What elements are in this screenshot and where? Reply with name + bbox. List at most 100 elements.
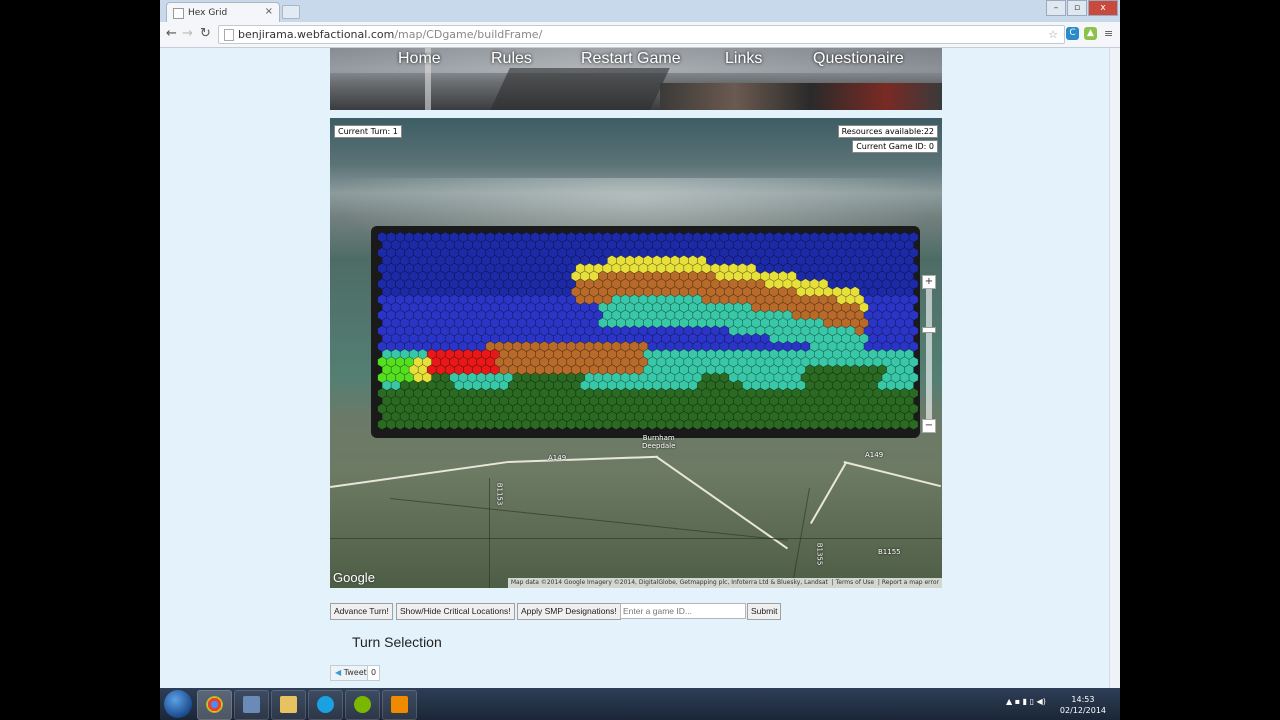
hex-cell[interactable] <box>890 418 901 430</box>
nav-questionaire[interactable]: Questionaire <box>813 50 904 68</box>
hex-cell[interactable] <box>431 418 441 430</box>
close-window-button[interactable]: x <box>1088 0 1118 16</box>
hex-cell[interactable] <box>737 418 748 430</box>
hex-cell[interactable] <box>818 418 829 430</box>
hex-cell[interactable] <box>386 418 396 430</box>
report-map-error-link[interactable]: Report a map error <box>882 579 939 586</box>
reload-icon[interactable]: ↻ <box>200 26 211 41</box>
hex-cell[interactable] <box>503 418 514 430</box>
taskbar-network[interactable] <box>234 690 269 720</box>
hex-cell[interactable] <box>611 418 622 430</box>
terms-of-use-link[interactable]: Terms of Use <box>836 579 874 586</box>
hex-cell[interactable] <box>566 418 577 430</box>
hex-cell[interactable] <box>908 418 919 430</box>
new-tab-button[interactable] <box>282 5 300 19</box>
close-tab-icon[interactable]: × <box>265 6 273 17</box>
hex-cell[interactable] <box>422 418 432 430</box>
hex-cell[interactable] <box>836 418 847 430</box>
hex-cell[interactable] <box>593 418 604 430</box>
show-hide-critical-locations-button[interactable]: Show/Hide Critical Locations! <box>396 603 515 620</box>
page-scrollbar[interactable] <box>1109 48 1120 688</box>
hex-cell[interactable] <box>620 418 631 430</box>
hex-cell[interactable] <box>872 418 883 430</box>
taskbar-spotify[interactable] <box>345 690 380 720</box>
clock[interactable]: 14:53 02/12/2014 <box>1060 694 1106 716</box>
nav-home[interactable]: Home <box>398 50 441 68</box>
hex-cell[interactable] <box>485 418 496 430</box>
hex-cell[interactable] <box>755 418 766 430</box>
hex-cell[interactable] <box>665 418 676 430</box>
hex-cell[interactable] <box>674 418 685 430</box>
hex-cell[interactable] <box>530 418 541 430</box>
start-button[interactable] <box>164 690 192 718</box>
hex-cell[interactable] <box>629 418 640 430</box>
back-arrow-icon[interactable]: ← <box>166 26 177 41</box>
hex-cell[interactable] <box>494 418 505 430</box>
taskbar-vlc[interactable] <box>382 690 417 720</box>
taskbar-explorer[interactable] <box>271 690 306 720</box>
address-bar[interactable]: benjirama.webfactional.com/map/CDgame/bu… <box>218 25 1065 44</box>
hex-cell[interactable] <box>863 418 874 430</box>
map-view[interactable]: Current Turn: 1 Resources available:22 C… <box>330 118 942 588</box>
hex-cell[interactable] <box>728 418 739 430</box>
browser-tab[interactable]: Hex Grid × <box>166 2 280 23</box>
hex-cell[interactable] <box>539 418 550 430</box>
hex-cell[interactable] <box>602 418 613 430</box>
hex-cell[interactable] <box>656 418 667 430</box>
hex-cell[interactable] <box>899 418 910 430</box>
hex-cell[interactable] <box>854 418 865 430</box>
hex-cell[interactable] <box>773 418 784 430</box>
nav-rules[interactable]: Rules <box>491 50 532 68</box>
extension-icon[interactable]: C <box>1066 27 1079 40</box>
hex-cell[interactable] <box>782 418 793 430</box>
hex-cell[interactable] <box>791 418 802 430</box>
forward-arrow-icon[interactable]: → <box>182 26 193 41</box>
advance-turn-button[interactable]: Advance Turn! <box>330 603 393 620</box>
zoom-slider[interactable]: + − <box>922 275 936 433</box>
zoom-in-button[interactable]: + <box>922 275 936 289</box>
zoom-out-button[interactable]: − <box>922 419 936 433</box>
tweet-button[interactable]: ◀ Tweet <box>330 665 372 681</box>
hex-cell[interactable] <box>710 418 721 430</box>
hex-cell[interactable] <box>476 418 487 430</box>
zoom-slider-thumb[interactable] <box>922 327 936 333</box>
android-icon[interactable]: ▲ <box>1084 27 1097 40</box>
hex-cell[interactable] <box>449 418 460 430</box>
tray-icons[interactable]: ▲ ▪ ▮ ▯ ◀) <box>1006 697 1046 706</box>
hex-cell[interactable] <box>683 418 694 430</box>
hex-cell[interactable] <box>521 418 532 430</box>
nav-restart-game[interactable]: Restart Game <box>581 50 681 68</box>
hex-cell[interactable] <box>467 418 478 430</box>
submit-button[interactable]: Submit <box>747 603 782 620</box>
hex-cell[interactable] <box>638 418 649 430</box>
maximize-button[interactable]: ▫ <box>1067 0 1087 16</box>
hex-cell[interactable] <box>512 418 523 430</box>
taskbar-skype[interactable] <box>308 690 343 720</box>
bookmark-star-icon[interactable]: ☆ <box>1048 26 1058 43</box>
hex-cell[interactable] <box>458 418 469 430</box>
hex-cell[interactable] <box>413 418 423 430</box>
hex-cell[interactable] <box>881 418 892 430</box>
hex-cell[interactable] <box>647 418 658 430</box>
hex-cell[interactable] <box>404 418 414 430</box>
hex-grid-overlay[interactable] <box>330 118 942 588</box>
hex-cell[interactable] <box>584 418 595 430</box>
hex-cell[interactable] <box>719 418 730 430</box>
hex-cell[interactable] <box>746 418 757 430</box>
hex-cell[interactable] <box>809 418 820 430</box>
hex-cell[interactable] <box>395 418 405 430</box>
hex-cell[interactable] <box>827 418 838 430</box>
minimize-button[interactable]: – <box>1046 0 1066 16</box>
hex-cell[interactable] <box>764 418 775 430</box>
hex-cell[interactable] <box>692 418 703 430</box>
hex-cell[interactable] <box>800 418 811 430</box>
hex-cell[interactable] <box>575 418 586 430</box>
game-id-input[interactable]: Enter a game ID... <box>620 603 746 619</box>
taskbar-chrome[interactable] <box>197 690 232 720</box>
hex-cell[interactable] <box>377 418 388 430</box>
hex-cell[interactable] <box>440 418 450 430</box>
hex-cell[interactable] <box>701 418 712 430</box>
apply-smp-designations-button[interactable]: Apply SMP Designations! <box>517 603 621 620</box>
menu-icon[interactable]: ≡ <box>1104 27 1113 40</box>
hex-cell[interactable] <box>845 418 856 430</box>
